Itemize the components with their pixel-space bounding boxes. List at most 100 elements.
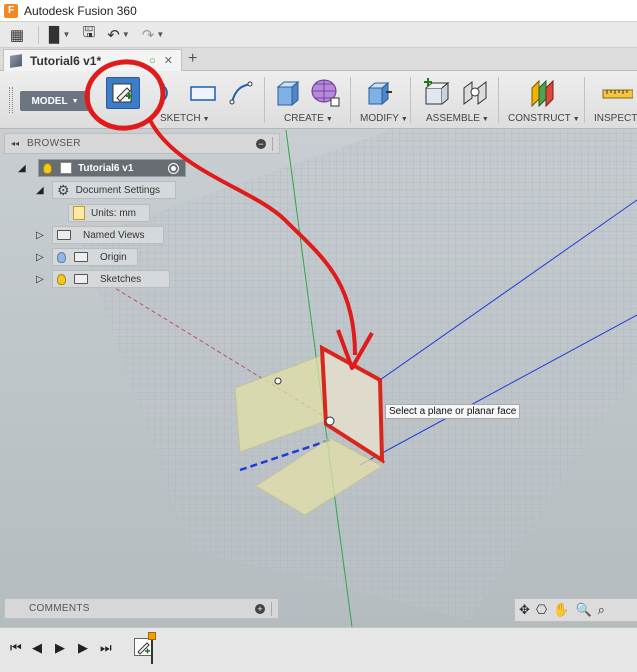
named-views-label: Named Views [83,229,145,241]
units-icon [73,206,85,220]
browser-item-origin[interactable]: ▷ Origin [36,247,138,267]
workspace-switcher[interactable]: MODEL ▼ [20,91,90,111]
pan-icon[interactable]: ✋ [553,602,569,618]
rectangle-tool-button[interactable] [186,77,220,109]
redo-button[interactable]: ↷ ▼ [136,21,171,48]
divider [498,77,499,123]
create-sketch-button[interactable] [106,77,140,109]
document-settings-node[interactable]: ⚙ Document Settings [52,181,176,199]
minimize-icon[interactable]: − [256,138,266,149]
modify-menu[interactable]: MODIFY ▼ [360,113,408,124]
browser-item-named-views[interactable]: ▷ Named Views [36,225,164,245]
browser-item-document-settings[interactable]: ◢ ⚙ Document Settings [36,180,176,200]
spline-icon [229,81,253,105]
grid-icon[interactable]: ▦ [0,21,34,48]
activate-radio-icon[interactable] [168,162,179,174]
browser-root-node[interactable]: Tutorial6 v1 [38,159,186,177]
new-tab-button[interactable]: + [188,50,197,68]
zoom-icon[interactable]: 🔍 [575,602,591,618]
form-button[interactable] [308,77,342,109]
origin-node[interactable]: Origin [52,248,138,266]
extrude-button[interactable] [270,77,304,109]
rectangle-icon [190,86,216,101]
play-icon[interactable]: ▶ [55,640,65,656]
expand-triangle-icon[interactable]: ▷ [36,274,48,285]
timeline-playhead[interactable] [151,640,153,664]
plane-icon [531,79,554,108]
title-bar: F Autodesk Fusion 360 [0,0,637,21]
timeline-bar: ⏮ ◀ ▶ ▶ ⏭ [0,627,637,672]
construct-menu[interactable]: CONSTRUCT ▼ [508,113,580,124]
inspect-menu-label: INSPECT [594,113,637,124]
divider [271,601,272,616]
browser-item-units[interactable]: Units: mm [68,203,150,223]
units-node[interactable]: Units: mm [68,204,150,222]
expand-triangle-icon[interactable]: ◢ [18,163,30,174]
ribbon-toolbar: MODEL ▼ SKETCH ▼ CREATE ▼ MODIFY ▼ ASSEMBLE ▼ [0,71,637,129]
expand-triangle-icon[interactable]: ◢ [36,185,48,196]
arc-tool-button[interactable] [148,77,182,109]
collapse-icon[interactable]: ◂◂ [11,139,19,148]
comments-panel-header[interactable]: COMMENTS + [4,598,279,619]
divider [264,77,265,123]
look-at-icon[interactable]: ⎔ [536,602,547,618]
visibility-bulb-icon[interactable] [43,162,52,174]
go-to-start-icon[interactable]: ⏮ [10,640,22,656]
create-menu[interactable]: CREATE ▼ [284,113,333,124]
orbit-icon[interactable]: ✥ [519,602,530,618]
save-icon[interactable]: 🖫 [76,21,101,48]
timeline-marker[interactable] [148,632,156,640]
navigation-bar: ✥ ⎔ ✋ 🔍 ⌕ [514,598,637,622]
step-back-icon[interactable]: ◀ [32,640,42,656]
assemble-menu-label: ASSEMBLE [426,113,480,124]
offset-plane-button[interactable] [524,77,558,109]
assemble-menu[interactable]: ASSEMBLE ▼ [426,113,489,124]
expand-triangle-icon[interactable]: ▷ [36,252,48,263]
sketch-menu-label: SKETCH [160,113,201,124]
press-pull-button[interactable] [362,77,396,109]
inspect-menu[interactable]: INSPECT▼ [594,113,637,124]
sketch-menu[interactable]: SKETCH ▼ [160,113,210,124]
units-label: Units: mm [91,207,136,219]
gear-icon: ⚙ [57,181,70,198]
create-menu-label: CREATE [284,113,324,124]
undo-button[interactable]: ↶ ▼ [101,21,136,48]
folder-icon [57,230,71,240]
browser-header[interactable]: ◂◂ BROWSER − [4,133,280,154]
spline-tool-button[interactable] [224,77,258,109]
expand-triangle-icon[interactable]: ▷ [36,230,48,241]
component-icon [10,53,22,68]
add-comment-icon[interactable]: + [255,603,265,614]
fusion-app-icon: F [4,3,18,18]
named-views-node[interactable]: Named Views [52,226,164,244]
visibility-bulb-icon[interactable] [57,251,66,263]
construct-menu-label: CONSTRUCT [508,113,571,124]
document-tab[interactable]: Tutorial6 v1* ○ ✕ [3,49,182,71]
measure-button[interactable] [600,77,634,109]
origin-point[interactable] [325,416,335,426]
chevron-down-icon: ▼ [572,116,580,123]
fit-icon[interactable]: ⌕ [598,602,605,618]
browser-item-sketches[interactable]: ▷ Sketches [36,269,170,289]
browser-root-row[interactable]: ◢ Tutorial6 v1 [18,158,186,178]
step-forward-icon[interactable]: ▶ [78,640,88,656]
origin-handle[interactable] [274,377,282,385]
document-tab-bar: Tutorial6 v1* ○ ✕ + [0,48,637,71]
sketch-icon [137,642,150,655]
comments-title: COMMENTS [29,603,90,614]
chevron-down-icon: ▼ [325,116,333,123]
divider [350,77,351,123]
new-component-icon [424,78,450,105]
timeline-sketch-feature[interactable] [134,638,152,656]
selection-tooltip: Select a plane or planar face [385,404,521,419]
visibility-bulb-icon[interactable] [57,273,66,285]
toolbar-grip[interactable] [9,87,13,113]
sketches-node[interactable]: Sketches [52,270,170,288]
go-to-end-icon[interactable]: ⏭ [100,640,112,656]
new-component-button[interactable] [418,77,452,109]
file-menu-button[interactable]: ▉ ▼ [43,21,76,48]
root-label: Tutorial6 v1 [78,162,134,174]
close-icon[interactable]: ✕ [164,54,173,67]
refresh-icon[interactable]: ○ [149,55,156,67]
joint-button[interactable] [458,77,492,109]
